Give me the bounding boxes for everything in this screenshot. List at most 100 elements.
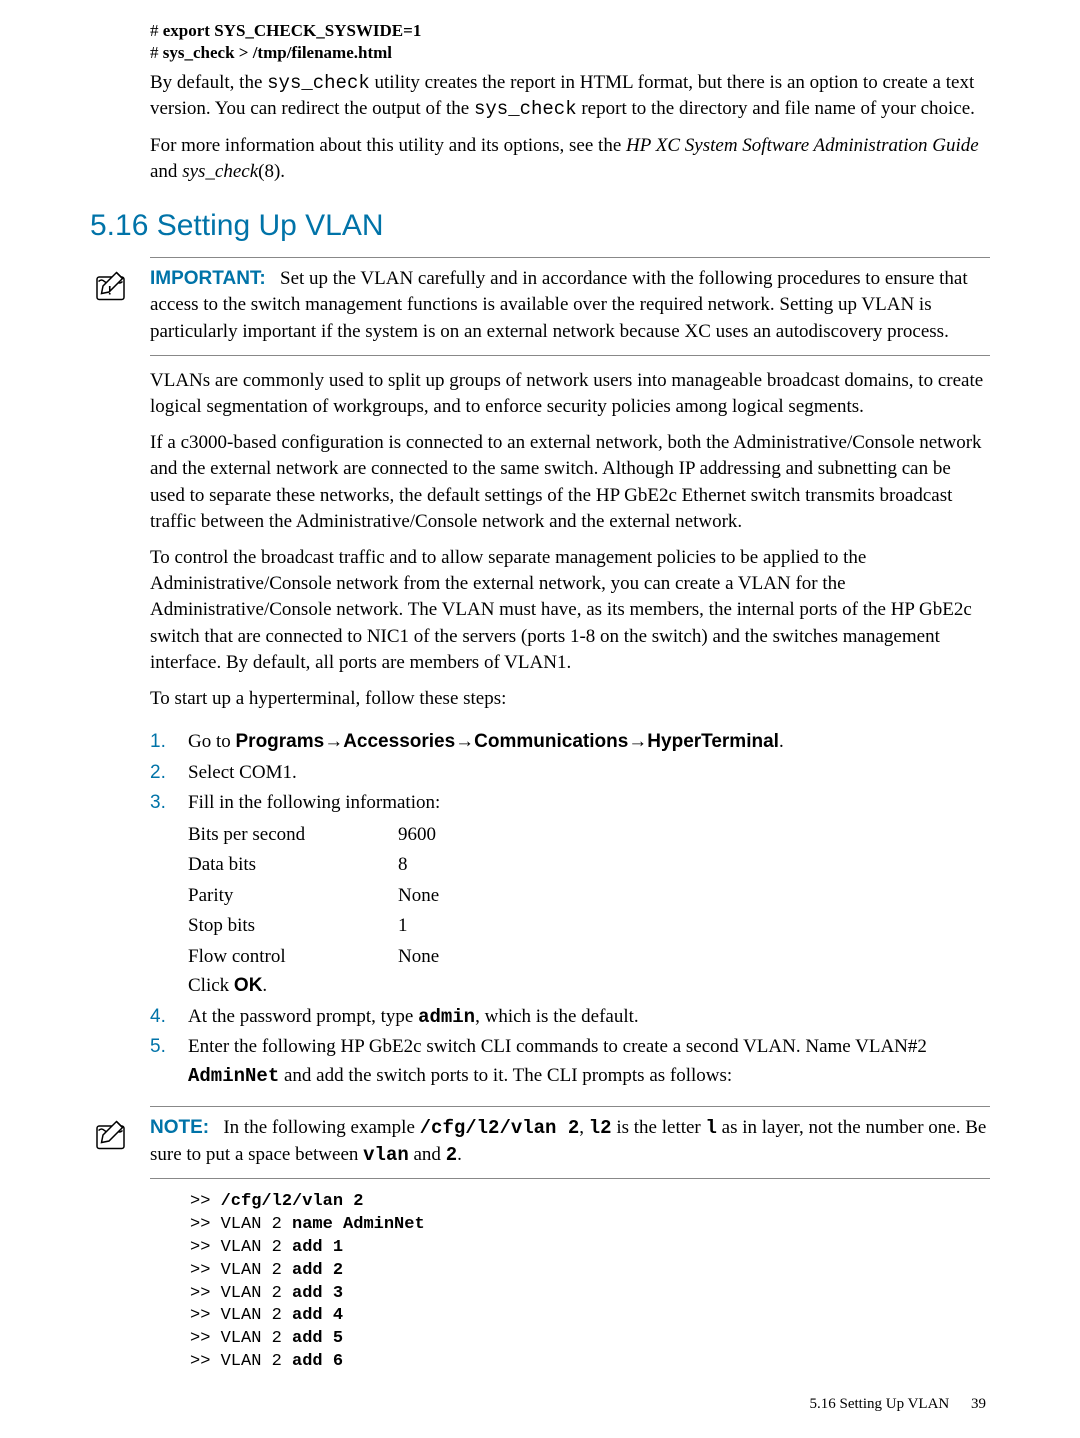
- step-number: 5.: [150, 1033, 174, 1090]
- arrow-icon: →: [324, 731, 343, 752]
- command: sys_check > /tmp/filename.html: [163, 43, 392, 62]
- pencil-note-icon: !: [94, 268, 130, 304]
- step-text: Select COM1.: [188, 759, 990, 788]
- step-number: 3.: [150, 789, 174, 1001]
- setting-name: Flow control: [188, 942, 398, 973]
- step-number: 2.: [150, 759, 174, 788]
- doc-title-italic: HP XC System Software Administration Gui…: [626, 135, 979, 156]
- text: report to the directory and file name of…: [577, 98, 975, 119]
- cli-commands-block: >> /cfg/l2/vlan 2 >> VLAN 2 name AdminNe…: [190, 1191, 990, 1375]
- setting-name: Bits per second: [188, 820, 398, 851]
- text: By default, the: [150, 72, 267, 93]
- command: export SYS_CHECK_SYSWIDE=1: [163, 21, 422, 40]
- cli-prompt: >> VLAN 2: [190, 1261, 292, 1280]
- important-body: Set up the VLAN carefully and in accorda…: [150, 268, 968, 341]
- paragraph-broadcast-control: To control the broadcast traffic and to …: [150, 545, 990, 676]
- cli-prompt: >> VLAN 2: [190, 1306, 292, 1325]
- terminal-settings-table: Bits per second9600 Data bits8 ParityNon…: [188, 820, 439, 973]
- footer-section: 5.16 Setting Up VLAN: [810, 1396, 968, 1412]
- menu-item: HyperTerminal: [647, 731, 779, 752]
- menu-item: Programs: [236, 731, 325, 752]
- inline-code: l2: [589, 1117, 612, 1139]
- code-block-top: # export SYS_CHECK_SYSWIDE=1 # sys_check…: [150, 20, 990, 64]
- cli-prompt: >> VLAN 2: [190, 1352, 292, 1371]
- menu-item: Accessories: [343, 731, 455, 752]
- text: In the following example: [223, 1117, 419, 1138]
- section-heading: 5.16 Setting Up VLAN: [90, 209, 990, 243]
- table-row: ParityNone: [188, 881, 439, 912]
- cli-command: add 3: [292, 1284, 343, 1303]
- paragraph-vlan-intro: VLANs are commonly used to split up grou…: [150, 368, 990, 420]
- text: Enter the following HP GbE2c switch CLI …: [188, 1036, 927, 1057]
- ui-button-label: OK: [234, 975, 263, 996]
- cli-command: add 1: [292, 1238, 343, 1257]
- setting-value: 8: [398, 850, 439, 881]
- cli-command: add 4: [292, 1306, 343, 1325]
- text: is the letter: [612, 1117, 706, 1138]
- setting-value: None: [398, 881, 439, 912]
- setting-value: None: [398, 942, 439, 973]
- inline-code: vlan: [363, 1144, 409, 1166]
- inline-code: /cfg/l2/vlan 2: [420, 1117, 580, 1139]
- svg-text:!: !: [108, 283, 112, 297]
- text: (8).: [258, 161, 285, 182]
- page-footer: 5.16 Setting Up VLAN 39: [90, 1396, 990, 1413]
- important-icon: !: [90, 266, 142, 309]
- text: and: [150, 161, 182, 182]
- inline-command: admin: [418, 1006, 475, 1028]
- cli-command: /cfg/l2/vlan 2: [221, 1192, 364, 1211]
- steps-list: 1. Go to Programs→Accessories→Communicat…: [150, 728, 990, 1090]
- cli-command: name AdminNet: [292, 1215, 425, 1234]
- paragraph-hyperterminal-intro: To start up a hyperterminal, follow thes…: [150, 686, 990, 712]
- text: .: [779, 731, 784, 752]
- step-1: 1. Go to Programs→Accessories→Communicat…: [150, 728, 990, 757]
- setting-value: 1: [398, 911, 439, 942]
- cli-command: add 6: [292, 1352, 343, 1371]
- inline-code: sys_check: [267, 72, 370, 94]
- paragraph-sys-check-desc: By default, the sys_check utility create…: [150, 70, 990, 122]
- setting-value: 9600: [398, 820, 439, 851]
- note-icon-col: [90, 1115, 142, 1158]
- step-2: 2. Select COM1.: [150, 759, 990, 788]
- inline-code: 2: [446, 1144, 457, 1166]
- pencil-note-icon: [94, 1117, 130, 1153]
- footer-page-number: 39: [971, 1396, 986, 1412]
- cli-prompt: >> VLAN 2: [190, 1329, 292, 1348]
- cli-command: add 5: [292, 1329, 343, 1348]
- table-row: Flow controlNone: [188, 942, 439, 973]
- cli-prompt: >> VLAN 2: [190, 1238, 292, 1257]
- text: and add the switch ports to it. The CLI …: [279, 1065, 732, 1086]
- table-row: Data bits8: [188, 850, 439, 881]
- text: .: [262, 975, 267, 996]
- inline-code: sys_check: [474, 98, 577, 120]
- text: , which is the default.: [475, 1006, 639, 1027]
- text: For more information about this utility …: [150, 135, 626, 156]
- cli-prompt: >>: [190, 1192, 221, 1211]
- setting-name: Parity: [188, 881, 398, 912]
- step-number: 1.: [150, 728, 174, 757]
- step-5: 5. Enter the following HP GbE2c switch C…: [150, 1033, 990, 1090]
- table-row: Stop bits1: [188, 911, 439, 942]
- text: Go to: [188, 731, 236, 752]
- cli-prompt: >> VLAN 2: [190, 1284, 292, 1303]
- note-label: NOTE:: [150, 1117, 209, 1138]
- prompt: #: [150, 21, 163, 40]
- menu-item: Communications: [474, 731, 628, 752]
- setting-name: Data bits: [188, 850, 398, 881]
- step-4: 4. At the password prompt, type admin, w…: [150, 1003, 990, 1032]
- setting-name: Stop bits: [188, 911, 398, 942]
- prompt: #: [150, 43, 163, 62]
- step-number: 4.: [150, 1003, 174, 1032]
- step-3: 3. Fill in the following information: Bi…: [150, 789, 990, 1001]
- text: Click: [188, 975, 234, 996]
- text: ,: [579, 1117, 589, 1138]
- arrow-icon: →: [455, 731, 474, 752]
- text: .: [457, 1144, 462, 1165]
- cli-command: add 2: [292, 1261, 343, 1280]
- arrow-icon: →: [628, 731, 647, 752]
- cli-prompt: >> VLAN 2: [190, 1215, 292, 1234]
- step-intro: Fill in the following information:: [188, 792, 440, 813]
- table-row: Bits per second9600: [188, 820, 439, 851]
- inline-code: l: [706, 1117, 717, 1139]
- paragraph-more-info: For more information about this utility …: [150, 133, 990, 185]
